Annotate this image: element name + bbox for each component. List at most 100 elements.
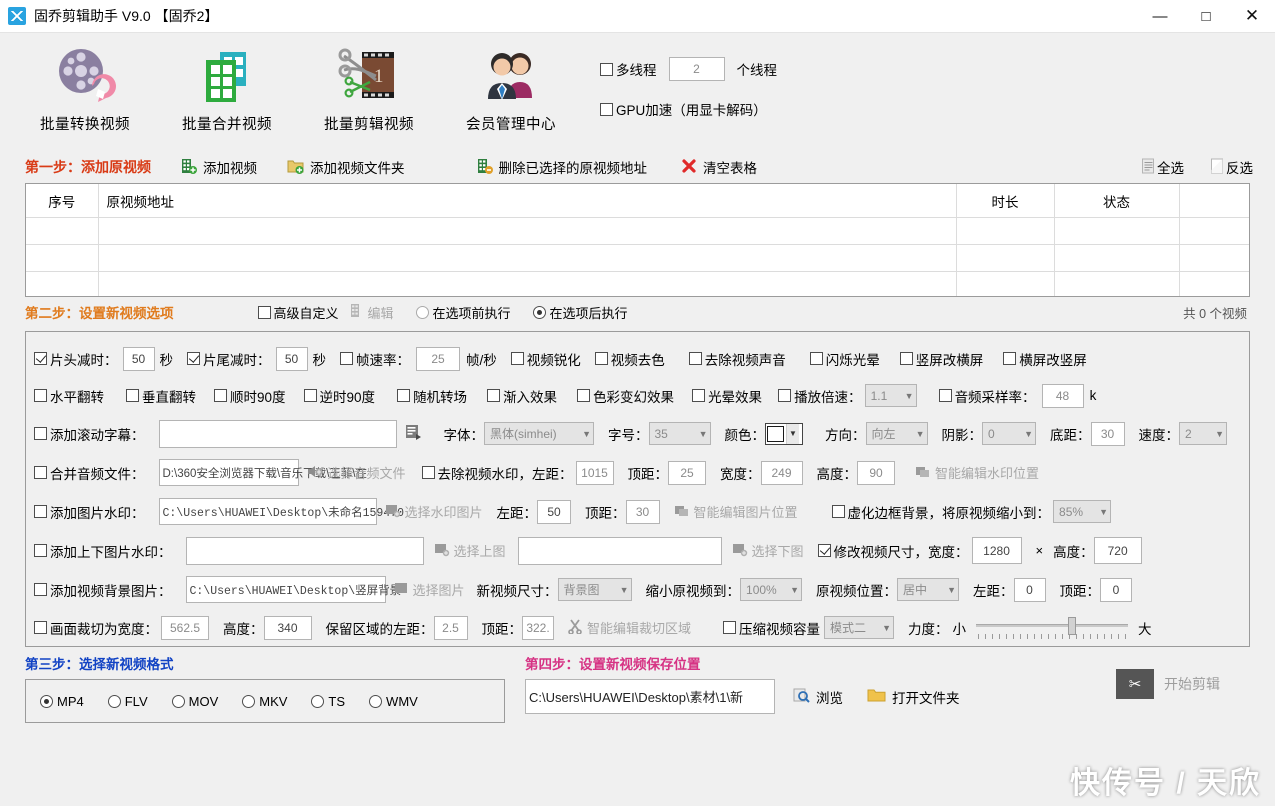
choose-watermark-image-button[interactable]: 选择水印图片 xyxy=(385,502,483,521)
compress-checkbox[interactable] xyxy=(723,621,736,634)
table-row[interactable] xyxy=(26,271,1249,297)
crop-checkbox[interactable] xyxy=(34,621,47,634)
save-path-input[interactable]: C:\Users\HUAWEI\Desktop\素材\1\新 xyxy=(525,679,775,714)
mute-option[interactable]: 去除视频声音 xyxy=(689,349,786,369)
video-list-table[interactable]: 序号 原视频地址 时长 状态 xyxy=(25,183,1250,297)
thread-count-input[interactable]: 2 xyxy=(669,57,725,81)
column-header-status[interactable]: 状态 xyxy=(1054,184,1179,217)
blur-background-checkbox[interactable] xyxy=(832,505,845,518)
add-topbottom-image-checkbox[interactable] xyxy=(34,544,47,557)
random-transition-option[interactable]: 随机转场 xyxy=(397,386,467,406)
direction-select[interactable]: 向左 ▼ xyxy=(866,422,928,445)
minimize-button[interactable]: — xyxy=(1137,0,1183,33)
advanced-custom-checkbox[interactable] xyxy=(258,306,271,319)
color-field[interactable]: 颜色： ▼ xyxy=(725,423,804,445)
run-after-option[interactable]: 在选项后执行 xyxy=(533,303,628,322)
shadow-select[interactable]: 0 ▼ xyxy=(982,422,1036,445)
remove-watermark-option[interactable]: 去除视频水印，左距： 1015 xyxy=(422,461,614,485)
choose-background-image-button[interactable]: 选择图片 xyxy=(394,580,465,599)
column-header-path[interactable]: 原视频地址 xyxy=(98,184,956,217)
add-background-image-checkbox[interactable] xyxy=(34,583,47,596)
add-folder-button[interactable]: 添加视频文件夹 xyxy=(287,157,405,177)
flicker-checkbox[interactable] xyxy=(810,352,823,365)
format-ts[interactable]: TS xyxy=(311,694,345,709)
add-image-watermark-option[interactable]: 添加图片水印： xyxy=(34,502,145,522)
img-top-input[interactable]: 30 xyxy=(626,500,660,524)
framerate-input[interactable]: 25 xyxy=(416,347,460,371)
merge-audio-checkbox[interactable] xyxy=(34,466,47,479)
shrink-field[interactable]: 缩小原视频到： 100% ▼ xyxy=(646,578,803,601)
head-trim-input[interactable]: 50 xyxy=(123,347,155,371)
rotate-ccw-checkbox[interactable] xyxy=(304,389,317,402)
scroll-subtitle-input[interactable] xyxy=(159,420,397,448)
crop-width-input[interactable]: 562.5 xyxy=(161,616,209,640)
hflip-option[interactable]: 水平翻转 xyxy=(34,386,104,406)
add-image-watermark-checkbox[interactable] xyxy=(34,505,47,518)
font-field[interactable]: 字体： 黑体(simhei) ▼ xyxy=(444,422,595,445)
run-after-radio[interactable] xyxy=(533,306,546,319)
shadow-field[interactable]: 阴影： 0 ▼ xyxy=(942,422,1037,445)
compress-option[interactable]: 压缩视频容量 模式二 ▼ xyxy=(723,616,894,639)
smart-crop-button[interactable]: 智能编辑裁切区域 xyxy=(568,618,691,637)
format-ts-radio[interactable] xyxy=(311,695,324,708)
format-mp4[interactable]: MP4 xyxy=(40,694,84,709)
format-mkv-radio[interactable] xyxy=(242,695,255,708)
vflip-option[interactable]: 垂直翻转 xyxy=(126,386,196,406)
top-image-input[interactable] xyxy=(186,537,424,565)
gpu-checkbox[interactable] xyxy=(600,103,613,116)
crop-height-input[interactable]: 340 xyxy=(264,616,312,640)
shrink-select[interactable]: 100% ▼ xyxy=(740,578,802,601)
bg-top-input[interactable]: 0 xyxy=(1100,578,1132,602)
glow-option[interactable]: 光晕效果 xyxy=(692,386,762,406)
resize-height-field[interactable]: 高度： 720 xyxy=(1053,537,1142,564)
merge-audio-option[interactable]: 合并音频文件： xyxy=(34,463,145,483)
color-shift-checkbox[interactable] xyxy=(577,389,590,402)
tail-trim-input[interactable]: 50 xyxy=(276,347,308,371)
framerate-option[interactable]: 帧速率： 25 帧/秒 xyxy=(340,347,497,371)
bg-left-field[interactable]: 左距： 0 xyxy=(973,578,1046,602)
resize-option[interactable]: 修改视频尺寸，宽度： 1280 xyxy=(818,537,1022,564)
color-shift-option[interactable]: 色彩变幻效果 xyxy=(577,386,674,406)
bg-left-input[interactable]: 0 xyxy=(1014,578,1046,602)
vflip-checkbox[interactable] xyxy=(126,389,139,402)
format-mov[interactable]: MOV xyxy=(172,694,219,709)
random-transition-checkbox[interactable] xyxy=(397,389,410,402)
audio-rate-checkbox[interactable] xyxy=(939,389,952,402)
choose-bottom-image-button[interactable]: 选择下图 xyxy=(732,541,804,560)
decolor-option[interactable]: 视频去色 xyxy=(595,349,665,369)
table-row[interactable] xyxy=(26,217,1249,244)
format-wmv[interactable]: WMV xyxy=(369,694,418,709)
remove-watermark-checkbox[interactable] xyxy=(422,466,435,479)
audio-rate-input[interactable]: 48 xyxy=(1042,384,1084,408)
clear-table-button[interactable]: 清空表格 xyxy=(681,157,757,177)
img-left-field[interactable]: 左距： 50 xyxy=(497,500,572,524)
color-picker-button[interactable]: ▼ xyxy=(765,423,803,445)
column-header-index[interactable]: 序号 xyxy=(26,184,98,217)
wm-top-field[interactable]: 顶距： 25 xyxy=(628,461,707,485)
smart-watermark-button[interactable]: 智能编辑水印位置 xyxy=(915,463,1039,482)
merge-audio-input[interactable]: D:\360安全浏览器下载\音乐下载\王菲\在 xyxy=(159,459,299,486)
format-mp4-radio[interactable] xyxy=(40,695,53,708)
img-top-field[interactable]: 顶距： 30 xyxy=(585,500,660,524)
video-position-field[interactable]: 原视频位置： 居中 ▼ xyxy=(816,578,959,601)
remove-selected-button[interactable]: 删除已选择的原视频地址 xyxy=(477,157,648,177)
bottom-margin-input[interactable]: 30 xyxy=(1091,422,1125,446)
img-left-input[interactable]: 50 xyxy=(537,500,571,524)
vertical-to-horizontal-checkbox[interactable] xyxy=(900,352,913,365)
tool-batch-convert[interactable]: 批量转换视频 xyxy=(14,39,156,134)
sharpen-option[interactable]: 视频锐化 xyxy=(511,349,581,369)
add-topbottom-image-option[interactable]: 添加上下图片水印： xyxy=(34,541,172,561)
decolor-checkbox[interactable] xyxy=(595,352,608,365)
resize-width-input[interactable]: 1280 xyxy=(972,537,1022,564)
format-mov-radio[interactable] xyxy=(172,695,185,708)
multithread-checkbox[interactable] xyxy=(600,63,613,76)
horizontal-to-vertical-checkbox[interactable] xyxy=(1003,352,1016,365)
keep-left-input[interactable]: 2.5 xyxy=(434,616,468,640)
audio-rate-option[interactable]: 音频采样率： 48 k xyxy=(939,384,1097,408)
close-button[interactable]: ✕ xyxy=(1229,0,1275,33)
fade-in-checkbox[interactable] xyxy=(487,389,500,402)
add-video-button[interactable]: 添加视频 xyxy=(181,157,257,177)
bg-top-field[interactable]: 顶距： 0 xyxy=(1060,578,1133,602)
invert-select-button[interactable]: 反选 xyxy=(1210,157,1253,177)
resize-height-input[interactable]: 720 xyxy=(1094,537,1142,564)
